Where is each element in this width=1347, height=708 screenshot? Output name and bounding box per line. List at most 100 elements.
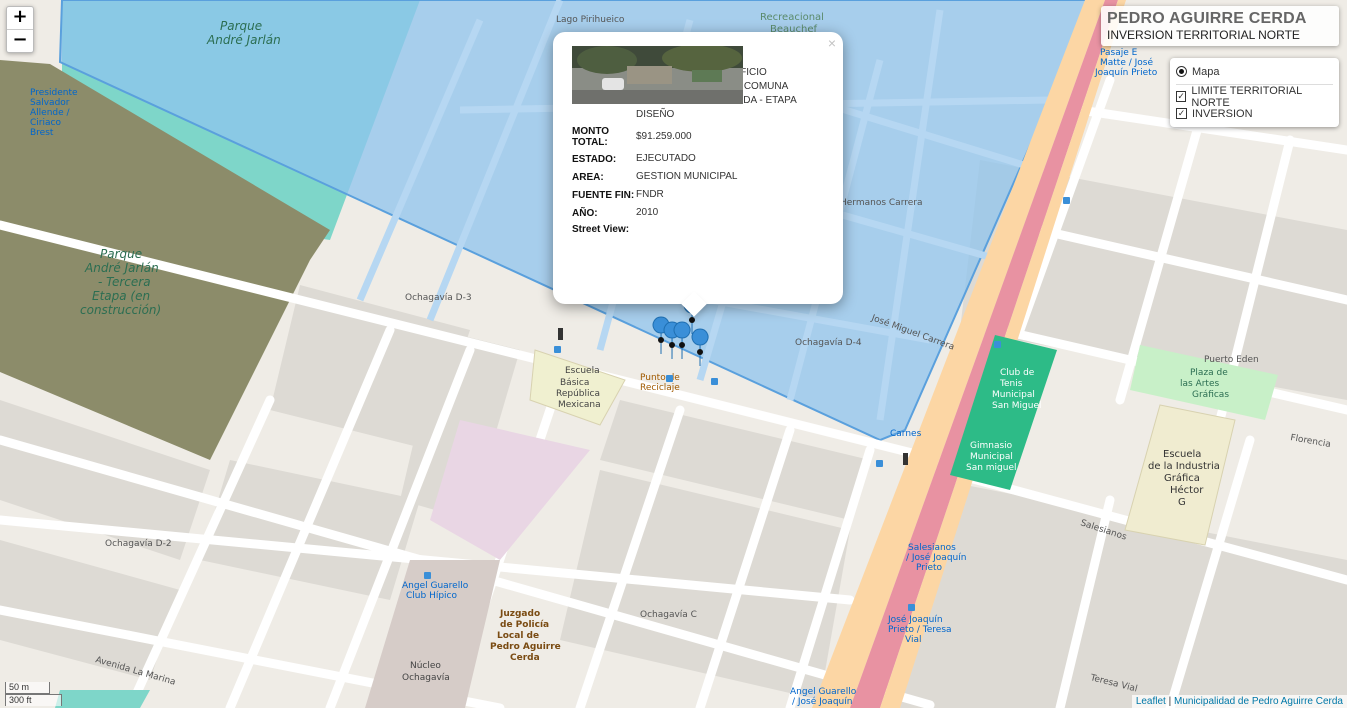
project-details-table: NUMERO:6 NOMBRE PROYECTO:REPOSICIÓN DEL … [572,46,816,237]
svg-text:Plaza de: Plaza de [1190,368,1228,378]
svg-text:Municipal: Municipal [992,390,1035,400]
detail-key: MONTO TOTAL: [572,126,610,148]
radio-icon[interactable] [1176,66,1187,77]
svg-text:Etapa (en: Etapa (en [92,289,150,303]
overlay-label: INVERSION [1192,107,1253,120]
svg-text:construcción): construcción) [80,303,161,317]
svg-text:Parque: Parque [100,247,142,261]
detail-value: $91.259.000 [636,131,692,142]
layers-control: Mapa ✓ LIMITE TERRITORIAL NORTE ✓ INVERS… [1170,58,1339,127]
svg-text:André Jarlán: André Jarlán [84,261,159,275]
detail-row: AÑO: 2010 [572,204,816,222]
svg-text:Recreacional: Recreacional [760,12,824,23]
detail-value: GESTION MUNICIPAL [636,171,738,182]
svg-text:Joaquín Prieto: Joaquín Prieto [1094,68,1158,78]
base-layer-mapa[interactable]: Mapa [1176,63,1333,80]
detail-value: EJECUTADO [636,153,696,164]
svg-text:de la Industria: de la Industria [1148,461,1220,472]
svg-text:Prieto / Teresa: Prieto / Teresa [888,625,952,635]
map-subtitle: INVERSION TERRITORIAL NORTE [1107,28,1300,42]
svg-text:Pasaje E: Pasaje E [1100,48,1138,58]
svg-text:Parque: Parque [220,19,262,33]
svg-text:Ochagavía D-3: Ochagavía D-3 [405,293,472,303]
owner-link[interactable]: Municipalidad de Pedro Aguirre Cerda [1174,696,1343,707]
detail-row: FUENTE FIN: FNDR [572,186,816,204]
detail-key: ESTADO: [572,153,617,165]
svg-text:Básica: Básica [560,378,589,388]
svg-text:Angel Guarello: Angel Guarello [402,581,469,591]
svg-text:G: G [1178,497,1186,508]
attribution-separator: | [1165,696,1174,707]
svg-text:Punto de: Punto de [640,373,680,383]
svg-text:Gimnasio: Gimnasio [970,441,1013,451]
svg-text:Local de: Local de [497,631,539,641]
svg-text:Juzgado: Juzgado [499,609,540,619]
svg-text:las Artes: las Artes [1180,379,1219,389]
svg-text:Brest: Brest [30,128,54,138]
detail-key: FUENTE FIN: [572,189,635,201]
svg-text:André Jarlán: André Jarlán [206,33,281,47]
street-view-row: Street View: [572,46,816,237]
svg-text:San miguel: San miguel [966,463,1017,473]
svg-text:Prieto: Prieto [916,563,943,573]
svg-text:Escuela: Escuela [1163,449,1201,460]
leaflet-link[interactable]: Leaflet [1136,696,1166,707]
svg-text:Matte / José: Matte / José [1100,57,1153,68]
close-icon[interactable]: × [828,35,836,51]
svg-text:/ José Joaquín: / José Joaquín [792,696,852,707]
svg-text:Club de: Club de [1000,368,1035,378]
detail-row: MONTO TOTAL: $91.259.000 [572,124,816,150]
svg-text:Municipal: Municipal [970,452,1013,462]
svg-text:Cerda: Cerda [510,653,540,663]
street-view-thumbnail[interactable] [572,46,743,104]
svg-text:Ochagavía D-4: Ochagavía D-4 [795,338,862,348]
detail-value: FNDR [636,189,664,200]
street-view-label: Street View: [572,224,630,235]
scale-bar: 50 m 300 ft [5,682,62,706]
project-popup: × NUMERO:6 NOMBRE PROYECTO:REPOSICIÓN DE… [553,32,843,317]
overlay-label: LIMITE TERRITORIAL NORTE [1191,84,1302,109]
detail-key: AÑO: [572,207,598,219]
svg-text:Salvador: Salvador [30,98,70,108]
svg-text:Ochagavía D-2: Ochagavía D-2 [105,539,172,549]
svg-text:Vial: Vial [905,635,921,645]
zoom-out-button[interactable]: − [7,29,33,52]
scale-imperial: 300 ft [5,694,62,706]
checkbox-icon[interactable]: ✓ [1176,91,1187,102]
svg-text:San Miguel: San Miguel [992,401,1042,411]
detail-row: ESTADO: EJECUTADO [572,150,816,168]
svg-text:Gráfica: Gráfica [1164,472,1200,484]
svg-text:Núcleo: Núcleo [410,661,441,671]
svg-text:Pedro Aguirre: Pedro Aguirre [490,642,561,652]
svg-text:Héctor: Héctor [1170,484,1204,496]
svg-text:José Joaquín: José Joaquín [887,614,943,625]
svg-text:- Tercera: - Tercera [98,275,151,289]
base-layer-label: Mapa [1192,65,1220,78]
overlay-limite-territorial[interactable]: ✓ LIMITE TERRITORIAL NORTE [1176,85,1333,109]
svg-text:Reciclaje: Reciclaje [640,383,680,393]
svg-text:Presidente: Presidente [30,88,78,98]
svg-text:Mexicana: Mexicana [558,400,601,410]
svg-text:Hermanos Carrera: Hermanos Carrera [840,198,923,208]
svg-text:Ochagavía: Ochagavía [402,673,450,683]
svg-text:Angel Guarello: Angel Guarello [790,687,857,697]
svg-text:Escuela: Escuela [565,366,600,376]
detail-row: AREA: GESTION MUNICIPAL [572,168,816,186]
street-view-cell [572,46,816,237]
map-title: PEDRO AGUIRRE CERDA [1107,10,1307,27]
title-panel: PEDRO AGUIRRE CERDA INVERSION TERRITORIA… [1101,6,1339,46]
svg-text:Centro: Centro [780,0,813,3]
map-canvas[interactable]: Parque André Jarlán Parque André Jarlán … [0,0,1347,708]
svg-text:Puerto Eden: Puerto Eden [1204,355,1259,365]
svg-text:Carnes: Carnes [890,429,922,439]
checkbox-icon[interactable]: ✓ [1176,108,1187,119]
svg-text:Ciriaco: Ciriaco [30,118,61,128]
svg-text:Tenis: Tenis [999,379,1023,389]
attribution: Leaflet | Municipalidad de Pedro Aguirre… [1131,695,1347,708]
svg-text:Salesianos: Salesianos [908,543,956,553]
zoom-in-button[interactable]: + [7,7,33,29]
svg-text:Gráficas: Gráficas [1192,390,1229,400]
zoom-control: + − [6,6,34,53]
svg-text:República: República [556,389,600,399]
svg-text:Lago Pirihueico: Lago Pirihueico [556,15,625,25]
